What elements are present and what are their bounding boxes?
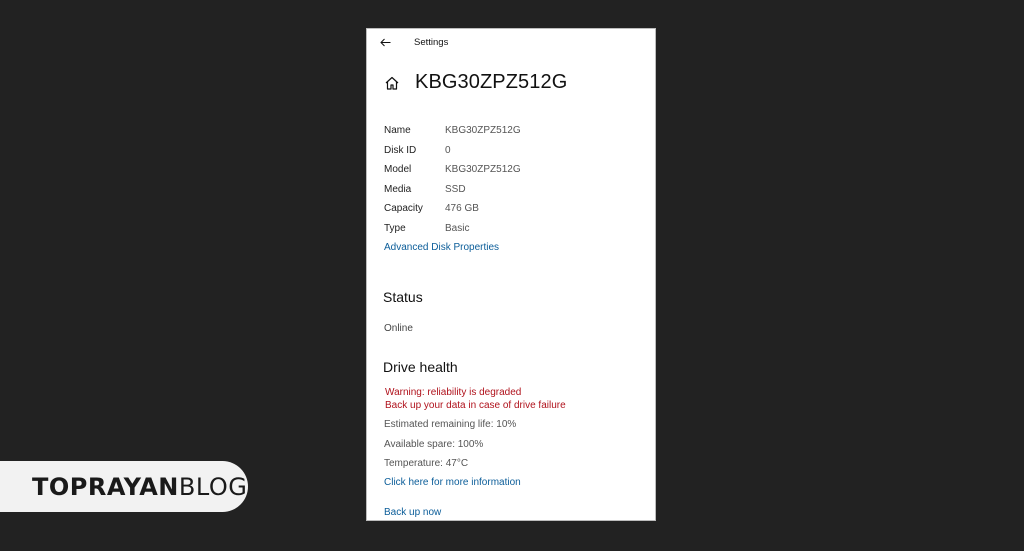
title-bar: Settings (367, 29, 655, 55)
property-value: 476 GB (445, 203, 479, 214)
property-label: Type (384, 222, 406, 234)
property-label: Name (384, 125, 411, 136)
property-row-name: Name KBG30ZPZ512G (384, 125, 521, 145)
advanced-disk-properties-link[interactable]: Advanced Disk Properties (384, 242, 499, 253)
brand-logo: TOPRAYANBLOG (0, 461, 248, 512)
property-value: Basic (445, 222, 470, 234)
status-value: Online (384, 323, 413, 334)
property-label: Model (384, 164, 412, 175)
disk-properties: Name KBG30ZPZ512G Disk ID 0 Model KBG30Z… (384, 125, 521, 242)
warning-line: Warning: reliability is degraded (385, 387, 522, 398)
property-label: Media (384, 183, 412, 195)
property-label: Capacity (384, 203, 423, 214)
temperature: Temperature: 47°C (384, 458, 469, 469)
settings-window: Settings KBG30ZPZ512G Name KBG30ZPZ512G … (366, 28, 656, 521)
property-label: Disk ID (384, 144, 417, 156)
home-icon (385, 76, 399, 90)
property-value: KBG30ZPZ512G (445, 125, 521, 136)
property-row-media: Media SSD (384, 184, 521, 204)
status-heading: Status (383, 289, 423, 305)
arrow-left-icon (379, 38, 390, 46)
brand-bold: TOPRAYAN (32, 472, 179, 501)
property-row-type: Type Basic (384, 223, 521, 243)
window-title: Settings (414, 36, 449, 48)
warning-line: Back up your data in case of drive failu… (385, 400, 566, 411)
drive-health-heading: Drive health (383, 359, 458, 375)
property-row-capacity: Capacity 476 GB (384, 203, 521, 223)
page-heading: KBG30ZPZ512G (384, 71, 567, 94)
back-button[interactable] (376, 33, 394, 51)
back-up-now-link[interactable]: Back up now (384, 507, 441, 518)
brand-light: BLOG (178, 472, 248, 501)
property-value: 0 (445, 144, 451, 156)
health-warning: Warning: reliability is degraded Back up… (385, 386, 566, 412)
property-row-disk-id: Disk ID 0 (384, 145, 521, 165)
property-row-model: Model KBG30ZPZ512G (384, 164, 521, 184)
remaining-life: Estimated remaining life: 10% (384, 419, 517, 430)
brand-text: TOPRAYANBLOG (32, 473, 247, 501)
more-information-link[interactable]: Click here for more information (384, 477, 521, 488)
available-spare: Available spare: 100% (384, 438, 484, 450)
property-value: SSD (445, 183, 466, 195)
page-title: KBG30ZPZ512G (415, 71, 568, 93)
health-details: Estimated remaining life: 10% Available … (384, 419, 516, 478)
property-value: KBG30ZPZ512G (445, 164, 521, 175)
